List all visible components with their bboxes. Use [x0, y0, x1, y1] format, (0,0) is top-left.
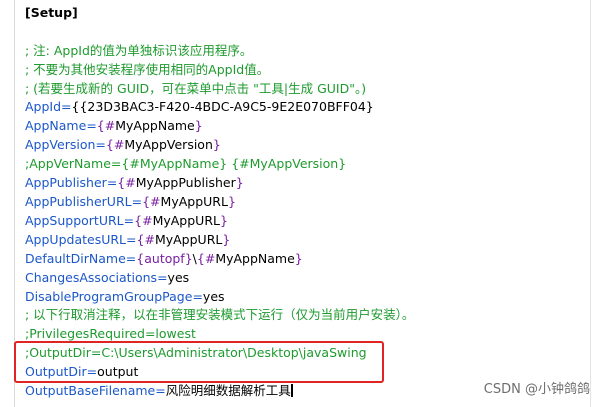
constant-open: {#	[96, 118, 116, 133]
comment-line: ; (若要生成新的 GUID，可在菜单中点击 "工具|生成 GUID"。)	[25, 81, 367, 96]
equals-sign: =	[157, 270, 168, 285]
appsupporturl-line: AppSupportURL={#MyAppURL}	[25, 212, 228, 230]
equals-sign: =	[61, 99, 72, 114]
setting-value: 风险明细数据解析工具	[165, 383, 291, 398]
equals-sign: =	[95, 137, 106, 152]
setting-key: AppSupportURL	[25, 213, 124, 228]
code-editor[interactable]: [Setup] ; 注: AppId的值为单独标识该应用程序。 ; 不要为其他安…	[0, 0, 598, 407]
setting-key: DisableProgramGroupPage	[25, 289, 193, 304]
changesassociations-line: ChangesAssociations=yes	[25, 269, 189, 287]
setting-value: MyAppName	[115, 118, 195, 133]
apppublisher-line: AppPublisher={#MyAppPublisher}	[25, 174, 244, 192]
comment-line: ; 不要为其他安装程序使用相同的AppId值。	[25, 62, 270, 77]
equals-sign: =	[125, 251, 137, 266]
defaultdirname-line: DefaultDirName={autopf}\{#MyAppName}	[25, 250, 303, 268]
equals-sign: =	[123, 213, 135, 228]
right-margin-line	[590, 0, 591, 407]
setting-key: OutputBaseFilename	[25, 383, 156, 398]
constant-close: }	[227, 194, 236, 209]
setting-key: AppPublisherURL	[25, 194, 132, 209]
appvername-comment: ;AppVerName={#MyAppName} {#MyAppVersion}	[25, 156, 347, 171]
setting-value: yes	[167, 270, 190, 285]
setting-value: MyAppURL	[152, 213, 220, 228]
disableprogramgrouppage-line: DisableProgramGroupPage=yes	[25, 288, 225, 306]
constant-open: {#	[117, 175, 136, 190]
equals-sign: =	[155, 383, 166, 398]
setting-value: MyAppName	[215, 251, 295, 266]
constant-close: }	[235, 175, 244, 190]
equals-sign: =	[86, 118, 97, 133]
constant-open: {#	[196, 251, 216, 266]
appname-line: AppName={#MyAppName}	[25, 117, 203, 135]
equals-sign: =	[126, 232, 137, 247]
setting-value: {{23D3BAC3-F420-4BDC-A9C5-9E2E070BFF04}	[71, 99, 374, 114]
constant-open: {#	[136, 232, 155, 247]
constant-open: {#	[134, 213, 153, 228]
setting-value: MyAppURL	[160, 194, 228, 209]
equals-sign: =	[192, 289, 203, 304]
apppublisherurl-line: AppPublisherURL={#MyAppURL}	[25, 193, 236, 211]
constant-close: }	[194, 118, 203, 133]
comment-line: ; 以下行取消注释，以在非管理安装模式下运行（仅为当前用户安装）。	[25, 307, 415, 322]
setting-key: AppName	[25, 118, 87, 133]
text-cursor	[290, 384, 293, 397]
constant-close: }	[219, 213, 228, 228]
appid-line: AppId={{23D3BAC3-F420-4BDC-A9C5-9E2E070B…	[25, 98, 374, 116]
constant-close: }	[294, 251, 303, 266]
setting-key: AppUpdatesURL	[25, 232, 127, 247]
constant-open: {#	[105, 137, 125, 152]
setting-value: MyAppURL	[154, 232, 223, 247]
outputbasefilename-line: OutputBaseFilename=风险明细数据解析工具	[25, 382, 293, 400]
constant-autopf: {autopf}	[136, 251, 193, 266]
highlight-annotation-box	[14, 341, 384, 383]
constant-close: }	[212, 137, 221, 152]
setting-value: MyAppPublisher	[135, 175, 236, 190]
constant-close: }	[222, 232, 231, 247]
csdn-watermark: CSDN @小钟鸽鸽	[483, 382, 590, 397]
comment-line: ; 注: AppId的值为单独标识该应用程序。	[25, 43, 253, 58]
section-header: [Setup]	[25, 5, 78, 20]
setting-key: AppVersion	[25, 137, 96, 152]
setting-key: AppPublisher	[25, 175, 107, 190]
setting-value: MyAppVersion	[124, 137, 213, 152]
setting-key: AppId	[25, 99, 62, 114]
setting-value: yes	[202, 289, 225, 304]
setting-key: DefaultDirName	[25, 251, 126, 266]
setting-key: ChangesAssociations	[25, 270, 158, 285]
equals-sign: =	[131, 194, 143, 209]
constant-open: {#	[142, 194, 161, 209]
appupdatesurl-line: AppUpdatesURL={#MyAppURL}	[25, 231, 230, 249]
appversion-line: AppVersion={#MyAppVersion}	[25, 136, 221, 154]
equals-sign: =	[106, 175, 118, 190]
